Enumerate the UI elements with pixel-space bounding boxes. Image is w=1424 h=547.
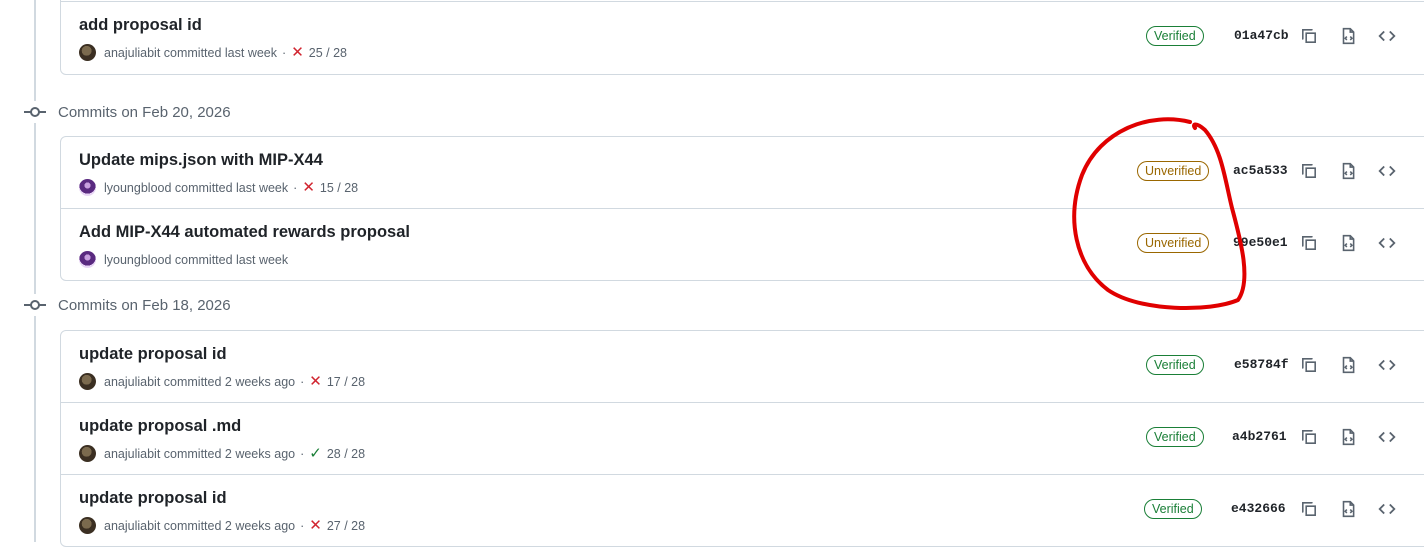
commit-title[interactable]: update proposal id bbox=[79, 489, 227, 508]
commit-title[interactable]: update proposal id bbox=[79, 345, 227, 364]
commit-row: update proposal id anajuliabit committed… bbox=[61, 474, 1424, 546]
commit-sha[interactable]: a4b2761 bbox=[1232, 429, 1287, 444]
commit-group-card: update proposal id anajuliabit committed… bbox=[60, 330, 1424, 547]
file-code-icon[interactable] bbox=[1336, 24, 1360, 48]
checks-count[interactable]: 15 / 28 bbox=[320, 181, 358, 195]
unverified-badge[interactable]: Unverified bbox=[1137, 161, 1210, 181]
commit-author[interactable]: anajuliabit bbox=[104, 447, 160, 461]
avatar[interactable] bbox=[79, 373, 96, 390]
commit-row: update proposal id anajuliabit committed… bbox=[61, 331, 1424, 402]
check-icon[interactable]: ✓ bbox=[309, 446, 322, 461]
verified-badge[interactable]: Verified bbox=[1146, 427, 1204, 447]
commit-sha[interactable]: e58784f bbox=[1234, 357, 1289, 372]
checks-count[interactable]: 28 / 28 bbox=[327, 447, 365, 461]
commit-author[interactable]: lyoungblood bbox=[104, 253, 171, 267]
avatar[interactable] bbox=[79, 44, 96, 61]
commit-meta: anajuliabit committed last week · ✕ 25 /… bbox=[79, 44, 347, 61]
copy-icon[interactable] bbox=[1297, 231, 1321, 255]
commit-time: committed 2 weeks ago bbox=[163, 446, 296, 461]
checks-count[interactable]: 27 / 28 bbox=[327, 519, 365, 533]
commit-title[interactable]: Add MIP-X44 automated rewards proposal bbox=[79, 223, 410, 242]
commit-row: update proposal .md anajuliabit committe… bbox=[61, 402, 1424, 474]
commit-group-date: Commits on Feb 18, 2026 bbox=[58, 296, 231, 314]
separator: · bbox=[300, 446, 305, 461]
commit-time: committed 2 weeks ago bbox=[163, 374, 296, 389]
copy-icon[interactable] bbox=[1297, 159, 1321, 183]
commit-title[interactable]: add proposal id bbox=[79, 16, 202, 35]
separator: · bbox=[300, 518, 305, 533]
commit-time: committed last week bbox=[174, 180, 289, 195]
git-commit-icon bbox=[22, 298, 48, 312]
verified-badge[interactable]: Verified bbox=[1144, 499, 1202, 519]
commit-sha[interactable]: 01a47cb bbox=[1234, 28, 1289, 43]
separator: · bbox=[293, 180, 298, 195]
avatar[interactable] bbox=[79, 517, 96, 534]
commit-sha[interactable]: e432666 bbox=[1231, 501, 1286, 516]
file-code-icon[interactable] bbox=[1336, 159, 1360, 183]
x-icon[interactable]: ✕ bbox=[309, 374, 322, 389]
commit-meta: anajuliabit committed 2 weeks ago · ✕ 17… bbox=[79, 373, 365, 390]
commit-group-card: add proposal id anajuliabit committed la… bbox=[60, 0, 1424, 75]
code-icon[interactable] bbox=[1375, 231, 1399, 255]
copy-icon[interactable] bbox=[1297, 24, 1321, 48]
copy-icon[interactable] bbox=[1297, 425, 1321, 449]
x-icon[interactable]: ✕ bbox=[302, 180, 315, 195]
verified-badge[interactable]: Verified bbox=[1146, 26, 1204, 46]
commit-time: committed last week bbox=[163, 45, 278, 60]
commit-time: committed last week bbox=[174, 252, 289, 267]
file-code-icon[interactable] bbox=[1336, 497, 1360, 521]
commit-meta: lyoungblood committed last week bbox=[79, 251, 288, 268]
avatar[interactable] bbox=[79, 251, 96, 268]
commit-title[interactable]: Update mips.json with MIP-X44 bbox=[79, 151, 323, 170]
commit-row: add proposal id anajuliabit committed la… bbox=[61, 1, 1424, 74]
commit-author[interactable]: anajuliabit bbox=[104, 375, 160, 389]
file-code-icon[interactable] bbox=[1336, 425, 1360, 449]
avatar[interactable] bbox=[79, 179, 96, 196]
commit-sha[interactable]: 99e50e1 bbox=[1233, 235, 1288, 250]
verified-badge[interactable]: Verified bbox=[1146, 355, 1204, 375]
timeline-line bbox=[34, 0, 36, 542]
x-icon[interactable]: ✕ bbox=[309, 518, 322, 533]
commit-time: committed 2 weeks ago bbox=[163, 518, 296, 533]
separator: · bbox=[282, 45, 287, 60]
avatar[interactable] bbox=[79, 445, 96, 462]
copy-icon[interactable] bbox=[1297, 497, 1321, 521]
commit-row: Add MIP-X44 automated rewards proposal l… bbox=[61, 208, 1424, 280]
separator: · bbox=[300, 374, 305, 389]
commit-author[interactable]: anajuliabit bbox=[104, 519, 160, 533]
file-code-icon[interactable] bbox=[1336, 231, 1360, 255]
commit-row: Update mips.json with MIP-X44 lyoungbloo… bbox=[61, 137, 1424, 208]
code-icon[interactable] bbox=[1375, 159, 1399, 183]
code-icon[interactable] bbox=[1375, 24, 1399, 48]
commit-group-header: Commits on Feb 20, 2026 bbox=[22, 101, 231, 123]
x-icon[interactable]: ✕ bbox=[291, 45, 304, 60]
commit-author[interactable]: lyoungblood bbox=[104, 181, 171, 195]
commit-title[interactable]: update proposal .md bbox=[79, 417, 241, 436]
code-icon[interactable] bbox=[1375, 425, 1399, 449]
commit-group-card: Update mips.json with MIP-X44 lyoungbloo… bbox=[60, 136, 1424, 281]
file-code-icon[interactable] bbox=[1336, 353, 1360, 377]
commit-meta: anajuliabit committed 2 weeks ago · ✓ 28… bbox=[79, 445, 365, 462]
commit-group-date: Commits on Feb 20, 2026 bbox=[58, 103, 231, 121]
code-icon[interactable] bbox=[1375, 497, 1399, 521]
checks-count[interactable]: 25 / 28 bbox=[309, 46, 347, 60]
commit-author[interactable]: anajuliabit bbox=[104, 46, 160, 60]
unverified-badge[interactable]: Unverified bbox=[1137, 233, 1210, 253]
git-commit-icon bbox=[22, 105, 48, 119]
code-icon[interactable] bbox=[1375, 353, 1399, 377]
commit-meta: anajuliabit committed 2 weeks ago · ✕ 27… bbox=[79, 517, 365, 534]
checks-count[interactable]: 17 / 28 bbox=[327, 375, 365, 389]
commit-sha[interactable]: ac5a533 bbox=[1233, 163, 1288, 178]
copy-icon[interactable] bbox=[1297, 353, 1321, 377]
commit-group-header: Commits on Feb 18, 2026 bbox=[22, 294, 231, 316]
commit-meta: lyoungblood committed last week · ✕ 15 /… bbox=[79, 179, 358, 196]
